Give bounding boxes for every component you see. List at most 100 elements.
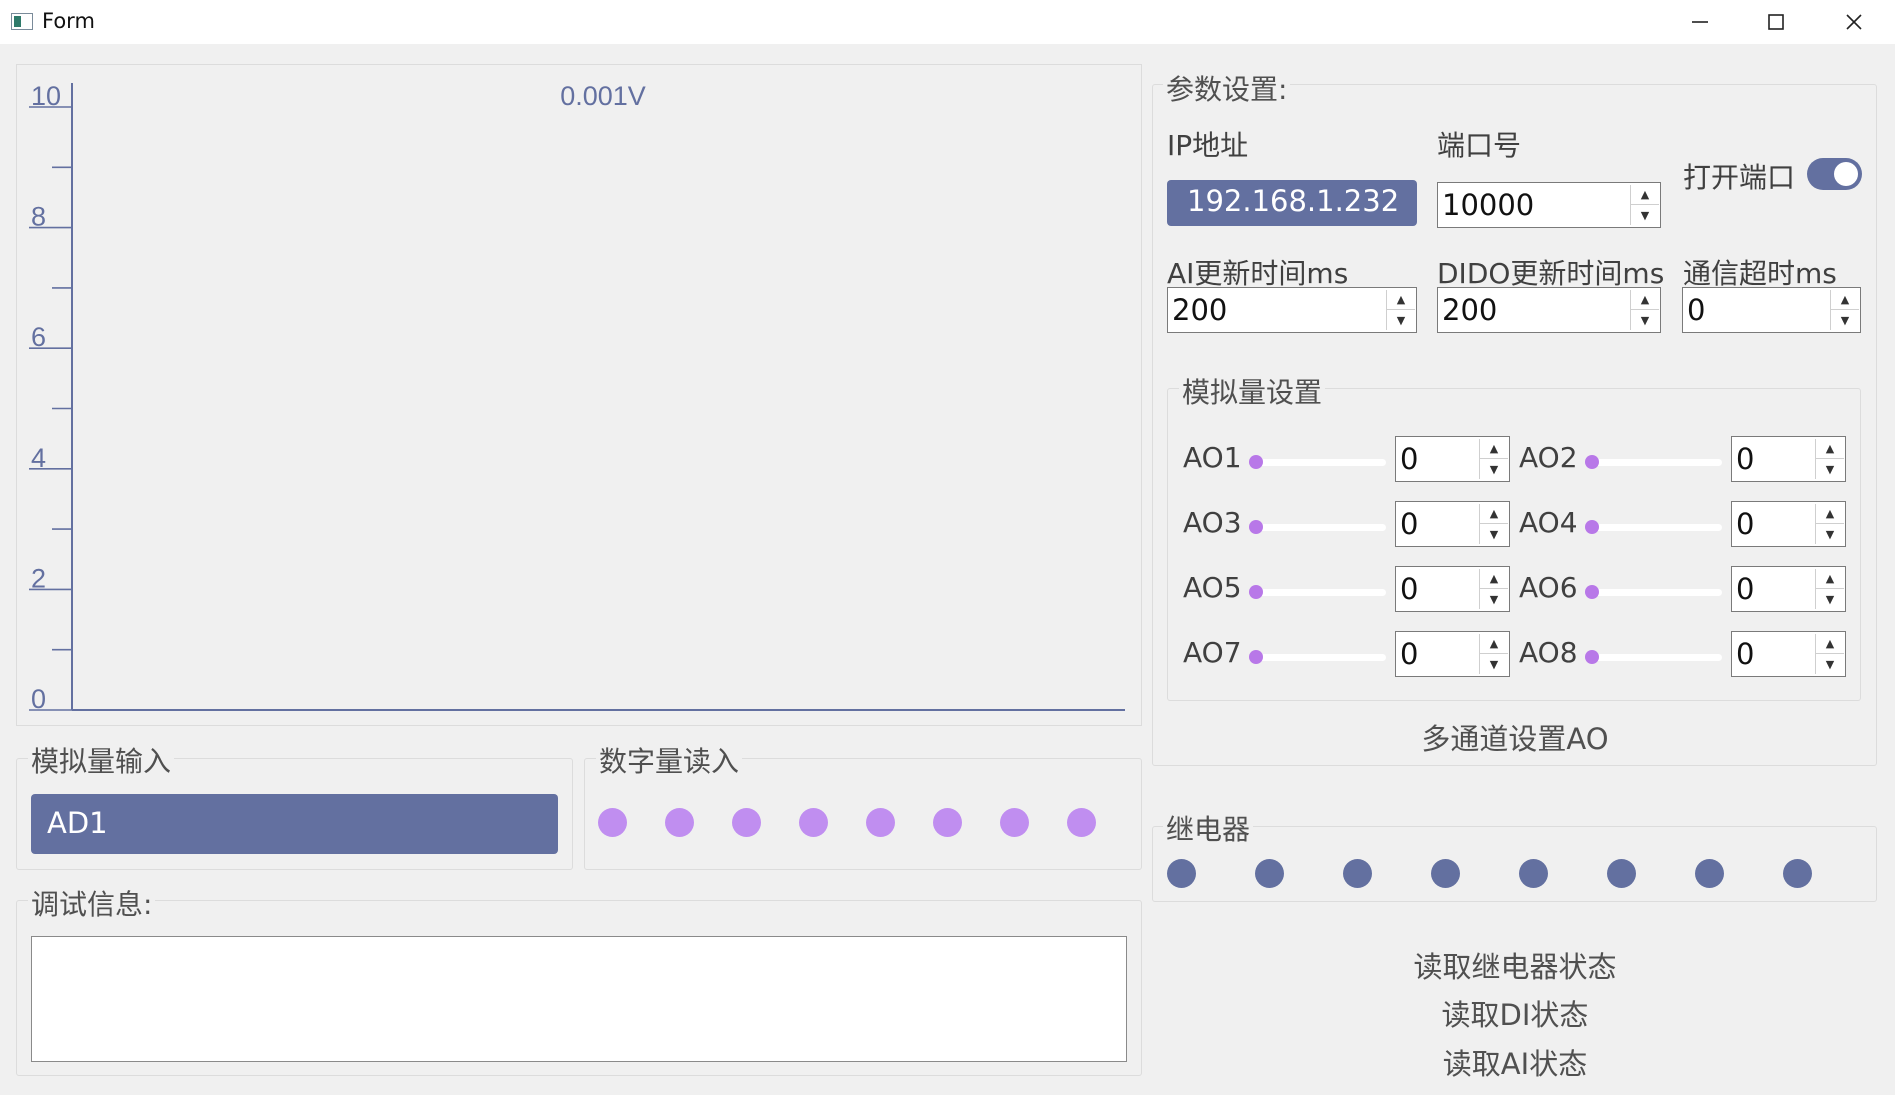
spin-up-icon[interactable]: ▲ [1816, 569, 1844, 589]
minimize-button[interactable] [1662, 0, 1738, 44]
read-relay-status-button[interactable]: 读取继电器状态 [1405, 944, 1625, 986]
analog-input-combo[interactable]: AD1 [31, 794, 558, 854]
di-indicator [665, 808, 694, 837]
port-value: 10000 [1442, 188, 1535, 222]
spin-up-icon[interactable]: ▲ [1480, 439, 1508, 459]
spin-up-icon[interactable]: ▲ [1631, 185, 1659, 205]
spin-up-icon[interactable]: ▲ [1816, 504, 1844, 524]
spin-down-icon[interactable]: ▼ [1831, 310, 1859, 330]
maximize-button[interactable] [1738, 0, 1814, 44]
ai-update-value: 200 [1172, 293, 1228, 327]
timeout-label: 通信超时ms [1683, 257, 1837, 290]
relay-indicator[interactable] [1167, 859, 1196, 888]
di-indicator [933, 808, 962, 837]
ao-slider[interactable] [1249, 650, 1386, 664]
di-indicator [866, 808, 895, 837]
spin-down-icon[interactable]: ▼ [1480, 459, 1508, 479]
relay-indicator[interactable] [1519, 859, 1548, 888]
ao-spinbox[interactable]: 0 ▲ ▼ [1731, 566, 1846, 612]
spin-up-icon[interactable]: ▲ [1816, 439, 1844, 459]
spin-down-icon[interactable]: ▼ [1631, 310, 1659, 330]
spin-up-icon[interactable]: ▲ [1831, 290, 1859, 310]
ao-value: 0 [1736, 507, 1755, 541]
ao-spinbox[interactable]: 0 ▲ ▼ [1395, 631, 1510, 677]
spin-up-icon[interactable]: ▲ [1816, 634, 1844, 654]
ao-spinbox[interactable]: 0 ▲ ▼ [1395, 501, 1510, 547]
ao-slider[interactable] [1585, 585, 1722, 599]
slider-handle[interactable] [1585, 455, 1599, 469]
port-label: 端口号 [1437, 129, 1522, 162]
ao-spinbox[interactable]: 0 ▲ ▼ [1731, 631, 1846, 677]
spin-up-icon[interactable]: ▲ [1480, 569, 1508, 589]
spin-up-icon[interactable]: ▲ [1480, 634, 1508, 654]
ao-spinbox[interactable]: 0 ▲ ▼ [1395, 436, 1510, 482]
ao-slider[interactable] [1249, 585, 1386, 599]
voltage-chart: 0.001V 0 2 4 6 8 10 [16, 64, 1142, 726]
di-indicator [732, 808, 761, 837]
ao-value: 0 [1736, 637, 1755, 671]
spin-down-icon[interactable]: ▼ [1631, 205, 1659, 225]
y-tick-label: 8 [31, 202, 46, 232]
slider-handle[interactable] [1249, 585, 1263, 599]
spin-down-icon[interactable]: ▼ [1480, 524, 1508, 544]
title-bar: Form [0, 0, 1895, 44]
relay-indicator[interactable] [1255, 859, 1284, 888]
relay-title: 继电器 [1163, 808, 1254, 848]
spin-up-icon[interactable]: ▲ [1631, 290, 1659, 310]
dido-update-value: 200 [1442, 293, 1498, 327]
chart-y-axis: 0 2 4 6 8 10 [29, 81, 73, 714]
spin-down-icon[interactable]: ▼ [1480, 589, 1508, 609]
app-icon [11, 13, 33, 30]
slider-track [1587, 459, 1722, 466]
y-tick-label: 2 [31, 563, 46, 593]
relay-indicator[interactable] [1343, 859, 1372, 888]
slider-handle[interactable] [1249, 520, 1263, 534]
ao-value: 0 [1400, 637, 1419, 671]
ao-slider[interactable] [1585, 520, 1722, 534]
slider-track [1251, 459, 1386, 466]
spin-down-icon[interactable]: ▼ [1480, 654, 1508, 674]
ao-spinbox[interactable]: 0 ▲ ▼ [1731, 501, 1846, 547]
spin-up-icon[interactable]: ▲ [1387, 290, 1415, 310]
spin-down-icon[interactable]: ▼ [1816, 524, 1844, 544]
relay-indicator[interactable] [1431, 859, 1460, 888]
slider-handle[interactable] [1585, 585, 1599, 599]
open-port-toggle[interactable] [1807, 158, 1862, 190]
spin-down-icon[interactable]: ▼ [1816, 589, 1844, 609]
ao-label: AO5 [1183, 571, 1242, 604]
ao-slider[interactable] [1585, 455, 1722, 469]
ao-spinbox[interactable]: 0 ▲ ▼ [1731, 436, 1846, 482]
spin-down-icon[interactable]: ▼ [1387, 310, 1415, 330]
timeout-spinbox[interactable]: 0 ▲ ▼ [1682, 287, 1861, 333]
relay-indicator[interactable] [1783, 859, 1812, 888]
relay-indicator[interactable] [1607, 859, 1636, 888]
slider-track [1251, 654, 1386, 661]
ao-label: AO3 [1183, 506, 1242, 539]
ao-spinbox[interactable]: 0 ▲ ▼ [1395, 566, 1510, 612]
spin-up-icon[interactable]: ▲ [1480, 504, 1508, 524]
ao-slider[interactable] [1585, 650, 1722, 664]
slider-handle[interactable] [1249, 650, 1263, 664]
slider-handle[interactable] [1585, 650, 1599, 664]
timeout-value: 0 [1687, 293, 1706, 327]
slider-track [1251, 589, 1386, 596]
ao-slider[interactable] [1249, 520, 1386, 534]
ip-address-input[interactable]: 192.168.1.232 [1167, 180, 1417, 226]
relay-indicator[interactable] [1695, 859, 1724, 888]
spin-down-icon[interactable]: ▼ [1816, 654, 1844, 674]
spin-down-icon[interactable]: ▼ [1816, 459, 1844, 479]
debug-output[interactable] [31, 936, 1127, 1062]
slider-handle[interactable] [1585, 520, 1599, 534]
ai-update-spinbox[interactable]: 200 ▲ ▼ [1167, 287, 1417, 333]
ao-slider[interactable] [1249, 455, 1386, 469]
window-title: Form [42, 9, 95, 33]
read-ai-status-button[interactable]: 读取AI状态 [1405, 1041, 1625, 1083]
dido-update-spinbox[interactable]: 200 ▲ ▼ [1437, 287, 1661, 333]
port-spinbox[interactable]: 10000 ▲ ▼ [1437, 182, 1661, 228]
close-button[interactable] [1816, 0, 1892, 44]
multi-channel-ao-button[interactable]: 多通道设置AO [1420, 716, 1610, 758]
y-tick-label: 4 [31, 443, 46, 473]
read-di-status-button[interactable]: 读取DI状态 [1405, 992, 1625, 1034]
slider-handle[interactable] [1249, 455, 1263, 469]
analog-input-title: 模拟量输入 [28, 740, 175, 780]
